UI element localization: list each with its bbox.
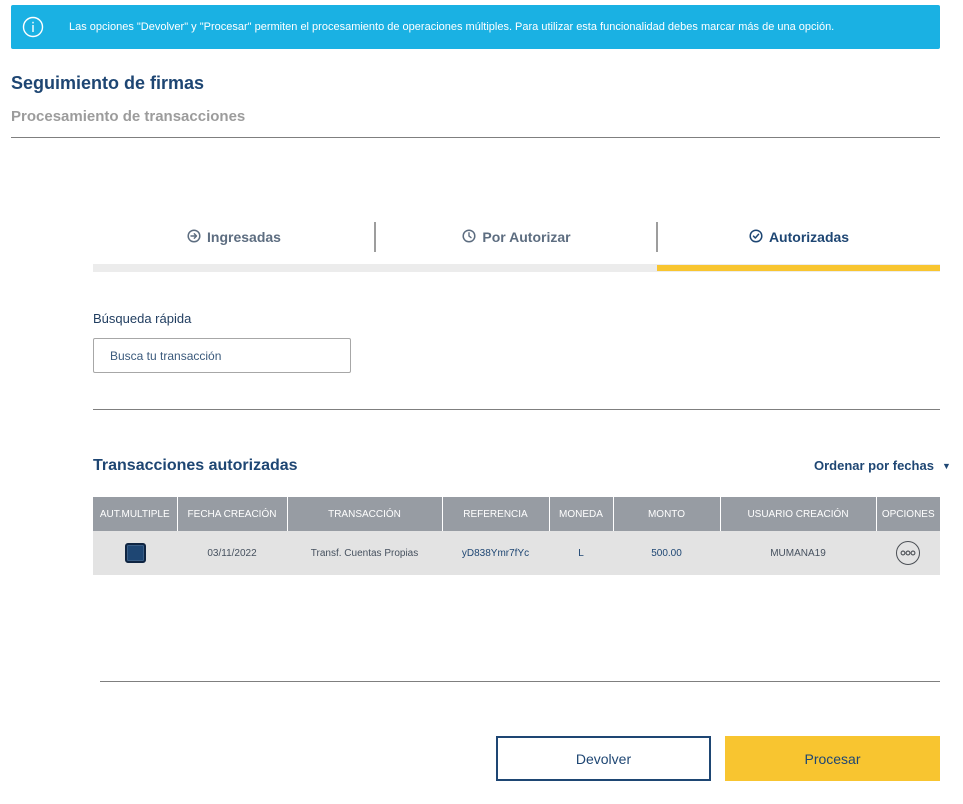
table-section-title: Transacciones autorizadas	[93, 457, 298, 474]
tab-label: Ingresadas	[207, 229, 281, 245]
creator-user-cell: MUMANA19	[720, 531, 876, 575]
signature-tracking-page: Las opciones "Devolver" y "Procesar" per…	[0, 0, 963, 804]
search-divider	[93, 409, 940, 410]
multiple-auth-cell	[93, 531, 177, 575]
column-header: AUT.MULTIPLE	[93, 497, 178, 531]
arrow-circle-right-icon	[187, 228, 201, 246]
return-button[interactable]: Devolver	[496, 736, 711, 781]
status-tabs: Ingresadas Por Autorizar Autorizadas	[93, 220, 940, 272]
tab-label: Autorizadas	[768, 229, 850, 245]
row-select-checkbox[interactable]	[124, 543, 146, 563]
reference-cell: yD838Ymr7fYc	[442, 531, 549, 575]
sort-label: Ordenar por fechas	[814, 458, 934, 473]
check-circle-icon	[749, 228, 763, 246]
table-header-row: AUT.MULTIPLE FECHA CREACIÓN TRANSACCIÓN …	[93, 497, 940, 531]
amount-cell: 500.00	[613, 531, 720, 575]
sort-by-date-dropdown[interactable]: Ordenar por fechas ▼	[814, 458, 951, 473]
info-banner: Las opciones "Devolver" y "Procesar" per…	[11, 5, 940, 49]
column-header: MONEDA	[549, 497, 614, 531]
column-header: REFERENCIA	[442, 497, 550, 531]
info-banner-text: Las opciones "Devolver" y "Procesar" per…	[69, 21, 835, 33]
actions-divider	[100, 681, 940, 682]
page-title: Seguimiento de firmas	[11, 73, 205, 93]
process-button[interactable]: Procesar	[725, 736, 940, 781]
page-subtitle: Procesamiento de transacciones	[11, 108, 246, 125]
clock-icon	[462, 228, 476, 246]
transaction-cell: Transf. Cuentas Propias	[287, 531, 442, 575]
tab-por-autorizar[interactable]: Por Autorizar	[376, 220, 657, 254]
search-input[interactable]	[93, 338, 351, 373]
more-options-icon[interactable]	[896, 541, 920, 565]
tab-ingresadas[interactable]: Ingresadas	[93, 220, 375, 254]
column-header: OPCIONES	[876, 497, 940, 531]
transactions-table: AUT.MULTIPLE FECHA CREACIÓN TRANSACCIÓN …	[93, 497, 940, 575]
active-tab-indicator	[657, 265, 940, 271]
column-header: MONTO	[613, 497, 721, 531]
tab-autorizadas[interactable]: Autorizadas	[658, 220, 940, 254]
column-header: USUARIO CREACIÓN	[720, 497, 877, 531]
options-cell	[876, 531, 940, 575]
column-header: FECHA CREACIÓN	[177, 497, 288, 531]
search-label: Búsqueda rápida	[93, 311, 192, 326]
column-header: TRANSACCIÓN	[287, 497, 443, 531]
tab-label: Por Autorizar	[482, 229, 571, 245]
currency-cell: L	[549, 531, 613, 575]
table-row: 03/11/2022 Transf. Cuentas Propias yD838…	[93, 531, 940, 575]
creation-date-cell: 03/11/2022	[177, 531, 287, 575]
info-icon	[22, 16, 44, 38]
header-divider	[11, 137, 940, 138]
caret-down-icon: ▼	[941, 460, 951, 471]
